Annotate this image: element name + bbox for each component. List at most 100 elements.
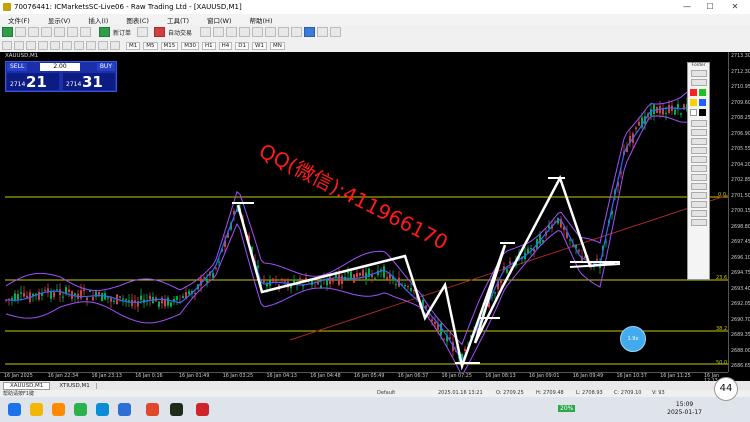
price-axis-label: 2701.50 — [731, 193, 750, 199]
price-axis-label: 2713.30 — [731, 54, 750, 59]
candle-body — [218, 261, 220, 263]
status-help: 帮助请按F1键 — [3, 391, 35, 397]
status-high: H: 2709.48 — [536, 390, 564, 396]
tab-xtiusd[interactable]: XTIUSD,M1 — [53, 382, 97, 389]
tool-clear[interactable] — [690, 201, 707, 208]
folder-icon[interactable] — [30, 403, 43, 416]
candle-body — [170, 302, 172, 307]
fib-level-23: 23.6 — [716, 275, 728, 281]
status-open: O: 2709.25 — [496, 390, 524, 396]
buy-price[interactable]: 2714 31 — [63, 73, 115, 91]
wps-icon[interactable] — [196, 403, 209, 416]
time-axis-label: 16 Jan 04:13 — [266, 374, 297, 379]
candle-body — [14, 293, 16, 301]
candle-body — [86, 297, 88, 301]
swatch-yellow[interactable] — [690, 99, 697, 106]
candle-body — [395, 283, 397, 285]
candle-body — [122, 298, 124, 300]
wechat-icon[interactable] — [74, 403, 87, 416]
candle-body — [434, 321, 436, 325]
tool-undo[interactable] — [690, 183, 707, 190]
candle-body — [284, 279, 286, 282]
candle-body — [374, 278, 376, 280]
candle-body — [89, 290, 91, 293]
swatch-red[interactable] — [690, 89, 697, 96]
candle-body — [338, 273, 340, 285]
sell-price-pips: 21 — [26, 73, 47, 91]
sell-button[interactable]: SELL — [7, 63, 28, 71]
candle-body — [359, 272, 361, 276]
time-axis-label: 16 Jan 01:49 — [179, 374, 210, 379]
floating-assist-button[interactable]: 1.9x — [620, 326, 646, 352]
candle-body — [410, 288, 412, 291]
tool-pointer[interactable] — [690, 70, 707, 77]
tool-eraser[interactable] — [690, 174, 707, 181]
clock-time: 15:09 — [675, 401, 694, 408]
candle-body — [362, 269, 364, 277]
candle-body — [464, 348, 466, 352]
tool-save[interactable] — [690, 210, 707, 217]
candle-body — [341, 275, 343, 284]
swatch-green[interactable] — [699, 89, 706, 96]
swatch-blue[interactable] — [699, 99, 706, 106]
candle-body — [635, 127, 637, 130]
candle-body — [182, 295, 184, 299]
candle-body — [62, 296, 64, 298]
buy-button[interactable]: BUY — [96, 63, 115, 71]
tool-pen[interactable] — [690, 79, 707, 86]
swatch-black[interactable] — [699, 109, 706, 116]
price-axis-label: 2704.20 — [731, 162, 750, 168]
metatrader-icon[interactable] — [170, 403, 183, 416]
candle-body — [383, 266, 385, 278]
time-axis-label: 16 Jan 05:49 — [354, 374, 385, 379]
edge-icon[interactable] — [96, 403, 109, 416]
browser-icon[interactable] — [118, 403, 131, 416]
candle-body — [212, 273, 214, 278]
tool-redo[interactable] — [690, 192, 707, 199]
app-icon-red[interactable] — [146, 403, 159, 416]
os-taskbar: 20% 15:09 2025-01-17 — [0, 397, 750, 422]
tool-arrow[interactable] — [690, 129, 707, 136]
tab-xauusd[interactable]: XAUUSD,M1 — [3, 381, 51, 390]
notification-badge[interactable]: 44 — [714, 377, 738, 401]
sell-price[interactable]: 2714 21 — [7, 73, 59, 91]
tool-rect[interactable] — [690, 138, 707, 145]
candle-body — [92, 296, 94, 301]
candle-body — [101, 293, 103, 302]
price-axis-label: 2710.95 — [731, 85, 750, 90]
drawing-tools-panel: Folder — [687, 62, 710, 280]
candle-body — [38, 291, 40, 300]
candle-body — [275, 278, 277, 282]
time-axis-label: 16 Jan 09:01 — [529, 374, 560, 379]
fib-level-0: 0.0 — [718, 192, 726, 198]
tool-highlighter[interactable] — [690, 165, 707, 172]
taskbar-clock[interactable]: 15:09 2025-01-17 — [667, 401, 702, 417]
candle-body — [320, 285, 322, 288]
candle-body — [140, 295, 142, 300]
tool-ellipse[interactable] — [690, 147, 707, 154]
candle-body — [680, 113, 682, 115]
candle-body — [53, 292, 55, 297]
candle-body — [203, 277, 205, 279]
candle-body — [431, 319, 433, 322]
status-bar: 帮助请按F1键 Default 2025.01.16 13:21 O: 2709… — [0, 390, 750, 397]
price-axis-label: 2708.25 — [731, 116, 750, 121]
status-volume: V: 93 — [652, 390, 665, 396]
start-icon[interactable] — [8, 403, 21, 416]
swatch-white[interactable] — [690, 109, 697, 116]
candle-body — [509, 261, 511, 264]
one-click-trading-panel: SELL 2.00 BUY 2714 21 2714 31 — [5, 61, 117, 92]
time-axis-label: 16 Jan 0:16 — [135, 374, 163, 379]
candle-body — [404, 285, 406, 287]
candle-body — [56, 289, 58, 291]
time-axis-label: 16 Jan 23:13 — [91, 374, 122, 379]
tool-text[interactable] — [690, 156, 707, 163]
price-axis: 2713.30 2712.30 2710.95 2709.60 2708.25 2706.… — [728, 52, 750, 372]
lot-size-input[interactable]: 2.00 — [40, 63, 80, 71]
status-low: L: 2708.93 — [576, 390, 603, 396]
tool-line[interactable] — [690, 120, 707, 127]
candle-body — [578, 249, 580, 252]
app-icon-orange[interactable] — [52, 403, 65, 416]
tool-close[interactable] — [690, 219, 707, 226]
candle-body — [17, 294, 19, 301]
